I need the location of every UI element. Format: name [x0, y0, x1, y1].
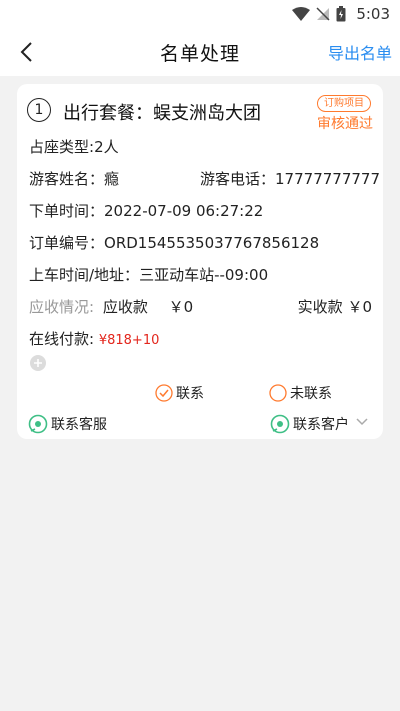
order-time-row: 下单时间：2022-07-09 06:27:22: [29, 200, 263, 221]
order-index: 1: [27, 98, 51, 122]
not-contacted-option[interactable]: 未联系: [269, 383, 332, 403]
back-button[interactable]: [12, 38, 40, 66]
status-bar: 5:03: [0, 0, 400, 28]
nav-bar: 名单处理 导出名单: [0, 28, 400, 76]
received-row: 实收款 ￥0: [298, 296, 372, 317]
contacted-option[interactable]: 联系: [155, 383, 204, 403]
order-time-label: 下单时间：: [29, 202, 105, 220]
order-number-label: 订单编号：: [29, 234, 105, 252]
order-type-badge: 订购项目: [317, 95, 371, 112]
guest-phone-row: 游客电话：17777777777: [200, 168, 380, 189]
received-value: ￥0: [347, 298, 372, 316]
contact-service-label: 联系客服: [51, 417, 107, 433]
no-signal-icon: [316, 7, 330, 21]
export-list-button[interactable]: 导出名单: [328, 40, 392, 64]
status-time: 5:03: [356, 5, 390, 23]
audit-status: 审核通过: [317, 116, 373, 132]
chat-icon: [270, 414, 290, 434]
boarding-row: 上车时间/地址：三亚动车站--09:00: [29, 264, 268, 285]
order-card: 1 出行套餐：蜈支洲岛大团 订购项目 审核通过 占座类型:2人 游客姓名：瘾 游…: [17, 84, 383, 439]
guest-name-value: 瘾: [104, 170, 120, 188]
contacted-label: 联系: [176, 386, 204, 402]
order-number-value: ORD1545535037767856128: [104, 234, 320, 252]
chevron-left-icon: [20, 42, 32, 62]
plus-icon: [34, 359, 42, 367]
contact-customer-button[interactable]: 联系客户: [270, 414, 349, 434]
boarding-label: 上车时间/地址：: [29, 266, 140, 284]
more-toggle[interactable]: [355, 412, 369, 431]
guest-phone-label: 游客电话：: [200, 170, 276, 188]
order-number-row: 订单编号：ORD1545535037767856128: [29, 232, 319, 253]
online-pay-label: 在线付款:: [29, 330, 95, 348]
expand-button[interactable]: [30, 355, 46, 371]
receivable-status-label: 应收情况:: [29, 298, 95, 316]
contact-service-button[interactable]: 联系客服: [28, 414, 107, 434]
contact-customer-label: 联系客户: [293, 417, 349, 433]
chat-icon: [28, 414, 48, 434]
package-name: 蜈支洲岛大团: [153, 103, 261, 124]
radio-circle-icon: [269, 384, 287, 402]
seat-type-row: 占座类型:2人: [29, 136, 119, 157]
received-label: 实收款: [297, 298, 343, 316]
guest-name-row: 游客姓名：瘾: [29, 168, 119, 189]
package-title: 出行套餐：蜈支洲岛大团: [63, 99, 261, 125]
wifi-icon: [292, 7, 311, 21]
boarding-value: 三亚动车站--09:00: [139, 266, 269, 284]
battery-icon: [336, 6, 346, 22]
page-title: 名单处理: [159, 42, 240, 65]
online-pay-value: ¥818+10: [98, 333, 160, 348]
guest-phone-value[interactable]: 17777777777: [275, 170, 380, 188]
seat-type-label: 占座类型:: [29, 138, 95, 156]
guest-name-label: 游客姓名：: [29, 170, 105, 188]
receivable-label: 应收款: [102, 298, 148, 316]
chevron-down-icon: [356, 418, 368, 426]
receivable-value: ￥0: [168, 298, 194, 316]
receivable-row: 应收情况: 应收款 ￥0: [29, 296, 193, 317]
content-area: 1 出行套餐：蜈支洲岛大团 订购项目 审核通过 占座类型:2人 游客姓名：瘾 游…: [0, 76, 400, 711]
check-circle-icon: [155, 384, 173, 402]
online-pay-row: 在线付款: ¥818+10: [29, 328, 159, 349]
order-time-value: 2022-07-09 06:27:22: [104, 202, 264, 220]
not-contacted-label: 未联系: [290, 386, 332, 402]
package-label: 出行套餐：: [63, 103, 153, 124]
seat-type-value: 2人: [94, 138, 119, 156]
